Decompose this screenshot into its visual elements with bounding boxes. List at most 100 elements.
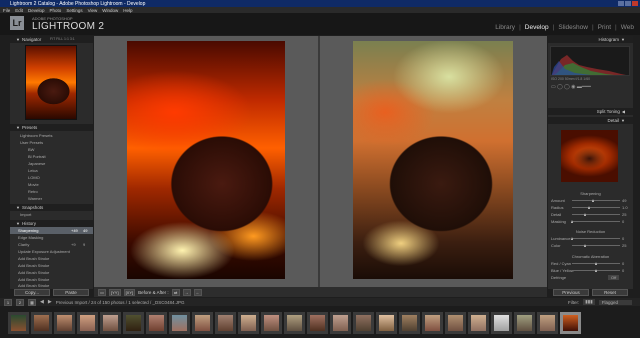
film-thumbnail[interactable] xyxy=(307,312,328,334)
slider-knob[interactable] xyxy=(584,244,586,247)
menu-file[interactable]: File xyxy=(3,8,10,13)
before-after-tb-button[interactable]: [XY] xyxy=(123,288,136,296)
filter-select[interactable]: Flagged xyxy=(598,299,632,305)
color-slider[interactable] xyxy=(572,245,620,246)
page-2-button[interactable]: 2 xyxy=(16,298,24,306)
film-thumbnail[interactable] xyxy=(77,312,98,334)
history-item[interactable]: Add Brush Stroke xyxy=(10,269,93,276)
film-thumbnail[interactable] xyxy=(215,312,236,334)
preset-group[interactable]: User Presets xyxy=(10,139,93,146)
film-thumbnail[interactable] xyxy=(445,312,466,334)
filmstrip-source[interactable]: Previous Import / 24 of 150 photos / 1 s… xyxy=(56,300,185,305)
copy-before-to-after-button[interactable]: ← xyxy=(193,288,202,296)
preset-item[interactable]: Retro xyxy=(10,188,93,195)
close-button[interactable] xyxy=(632,1,638,6)
module-library[interactable]: Library xyxy=(495,24,515,31)
navigator-preview[interactable] xyxy=(25,45,77,120)
maximize-button[interactable] xyxy=(625,1,631,6)
film-thumbnail[interactable] xyxy=(353,312,374,334)
slider-knob[interactable] xyxy=(571,237,573,240)
snapshots-header[interactable]: ▼ Snapshots xyxy=(10,204,93,211)
history-item[interactable]: Clarity +9 9 xyxy=(10,241,93,248)
luminance-slider[interactable] xyxy=(572,238,620,239)
film-thumbnail[interactable] xyxy=(100,312,121,334)
film-thumbnail[interactable] xyxy=(468,312,489,334)
film-thumbnail[interactable] xyxy=(192,312,213,334)
slider-knob[interactable] xyxy=(584,213,586,216)
defringe-select[interactable]: Off xyxy=(608,275,620,280)
nav-zoom-options[interactable]: FIT FILL 1:1 3:1 xyxy=(50,37,75,41)
preset-item[interactable]: Leica xyxy=(10,167,93,174)
swap-before-after-button[interactable]: ⇄ xyxy=(171,288,180,296)
split-toning-header[interactable]: Split Toning ◀ xyxy=(548,108,633,115)
slider-knob[interactable] xyxy=(595,269,597,272)
histogram-header[interactable]: Histogram ▼ xyxy=(548,36,633,43)
copy-after-to-before-button[interactable]: → xyxy=(182,288,191,296)
preset-item[interactable]: Bl Portrait xyxy=(10,153,93,160)
after-photo[interactable] xyxy=(353,41,513,279)
history-item[interactable]: Edge Masking xyxy=(10,234,93,241)
menu-window[interactable]: Window xyxy=(102,8,118,13)
grid-icon[interactable]: ▦ xyxy=(28,298,36,306)
detail-slider[interactable] xyxy=(572,214,620,215)
blue-yellow-value[interactable]: 0 xyxy=(622,268,624,273)
menu-settings[interactable]: Settings xyxy=(66,8,82,13)
preset-item[interactable]: Movie xyxy=(10,181,93,188)
menu-edit[interactable]: Edit xyxy=(15,8,23,13)
masking-value[interactable]: 0 xyxy=(622,219,624,224)
radius-slider[interactable] xyxy=(572,207,620,208)
film-thumbnail[interactable] xyxy=(376,312,397,334)
history-item[interactable]: Add Brush Stroke xyxy=(10,262,93,269)
detail-value[interactable]: 25 xyxy=(622,212,626,217)
menu-photo[interactable]: Photo xyxy=(50,8,62,13)
menu-help[interactable]: Help xyxy=(123,8,132,13)
tool-strip[interactable]: ▭ ◯ ◯ ◉ ▬━━━ xyxy=(551,84,591,90)
menu-develop[interactable]: Develop xyxy=(28,8,45,13)
film-thumbnail[interactable] xyxy=(284,312,305,334)
detail-header[interactable]: Detail ▼ xyxy=(548,117,633,124)
slider-knob[interactable] xyxy=(592,199,594,202)
before-after-lr-button[interactable]: [YY] xyxy=(109,288,121,296)
film-thumbnail[interactable] xyxy=(238,312,259,334)
module-web[interactable]: Web xyxy=(621,24,634,31)
preset-group[interactable]: Lightroom Presets xyxy=(10,132,93,139)
preset-item[interactable]: Warmer xyxy=(10,195,93,202)
amount-value[interactable]: 49 xyxy=(622,198,626,203)
slider-knob[interactable] xyxy=(571,220,573,223)
history-item[interactable]: Update Exposure Adjustment xyxy=(10,248,93,255)
menu-view[interactable]: View xyxy=(88,8,98,13)
history-item[interactable]: Add Brush Stroke xyxy=(10,255,93,262)
module-develop[interactable]: Develop xyxy=(525,24,549,31)
snapshot-item[interactable]: Import xyxy=(10,211,93,218)
film-thumbnail-selected[interactable] xyxy=(560,312,581,334)
before-photo[interactable] xyxy=(127,41,285,279)
film-thumbnail[interactable] xyxy=(31,312,52,334)
page-1-button[interactable]: 1 xyxy=(4,298,12,306)
film-thumbnail[interactable] xyxy=(330,312,351,334)
film-thumbnail[interactable] xyxy=(123,312,144,334)
slider-knob[interactable] xyxy=(588,206,590,209)
radius-value[interactable]: 1.0 xyxy=(622,205,628,210)
reset-button[interactable]: Reset xyxy=(592,289,628,296)
film-thumbnail[interactable] xyxy=(422,312,443,334)
amount-slider[interactable] xyxy=(572,200,620,201)
film-thumbnail[interactable] xyxy=(514,312,535,334)
color-value[interactable]: 25 xyxy=(622,243,626,248)
preset-item[interactable]: BW xyxy=(10,146,93,153)
previous-button[interactable]: Previous xyxy=(553,289,589,296)
preset-item[interactable]: LOMO xyxy=(10,174,93,181)
luminance-value[interactable]: 0 xyxy=(622,236,624,241)
back-arrow-icon[interactable]: ◀ xyxy=(40,299,44,305)
loupe-view-button[interactable]: ▭ xyxy=(98,288,106,296)
presets-header[interactable]: ▼ Presets xyxy=(10,124,93,131)
red-cyan-value[interactable]: 0 xyxy=(622,261,624,266)
film-thumbnail[interactable] xyxy=(8,312,29,334)
module-slideshow[interactable]: Slideshow xyxy=(558,24,588,31)
preset-item[interactable]: Japanese xyxy=(10,160,93,167)
film-thumbnail[interactable] xyxy=(146,312,167,334)
module-print[interactable]: Print xyxy=(598,24,611,31)
minimize-button[interactable] xyxy=(618,1,624,6)
film-thumbnail[interactable] xyxy=(537,312,558,334)
film-thumbnail[interactable] xyxy=(54,312,75,334)
film-thumbnail[interactable] xyxy=(491,312,512,334)
